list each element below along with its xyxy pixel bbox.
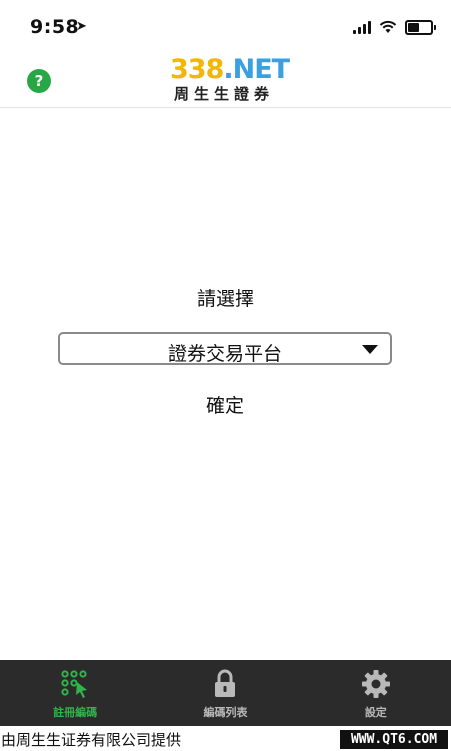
lock-icon (215, 669, 236, 697)
tab-register-code-label: 註冊編碼 (53, 706, 98, 719)
status-bar: 9:58 ➤ (0, 0, 451, 50)
provider-text: 由周生生证券有限公司提供 (1, 731, 182, 749)
logo-number: 338 (170, 54, 224, 85)
logo-subtitle: 周生生證券 (174, 85, 275, 103)
footer: 由周生生证券有限公司提供 WWW.QT6.COM (0, 726, 451, 751)
app-header: ? 338.NET 周生生證券 (0, 50, 451, 108)
brand-logo: 338.NET 周生生證券 (170, 54, 290, 104)
tab-settings-label: 設定 (364, 706, 387, 719)
battery-icon (405, 19, 436, 35)
cellular-signal-icon (353, 20, 371, 34)
tab-code-list[interactable]: 編碼列表 (150, 660, 300, 726)
status-time: 9:58 (30, 16, 80, 38)
tab-register-code[interactable]: 註冊編碼 (0, 660, 150, 726)
select-prompt: 請選擇 (196, 288, 254, 310)
gear-icon (361, 670, 390, 698)
platform-select[interactable]: 證券交易平台 (58, 332, 392, 365)
logo-suffix: .NET (223, 54, 290, 85)
tab-settings[interactable]: 設定 (301, 660, 451, 726)
location-arrow-icon: ➤ (76, 19, 87, 34)
status-icons (353, 18, 436, 36)
confirm-button[interactable]: 確定 (175, 392, 275, 422)
help-button[interactable]: ? (27, 69, 51, 93)
platform-select-value: 證券交易平台 (167, 343, 282, 365)
site-watermark: WWW.QT6.COM (340, 730, 448, 749)
tab-code-list-label: 編碼列表 (203, 706, 248, 719)
bottom-tab-bar: 註冊編碼 編碼列表 設定 (0, 660, 451, 726)
dropdown-triangle-icon (362, 345, 378, 354)
wifi-icon (379, 20, 397, 33)
logo-main-text: 338.NET (170, 54, 290, 85)
keypad-register-icon (61, 670, 88, 698)
